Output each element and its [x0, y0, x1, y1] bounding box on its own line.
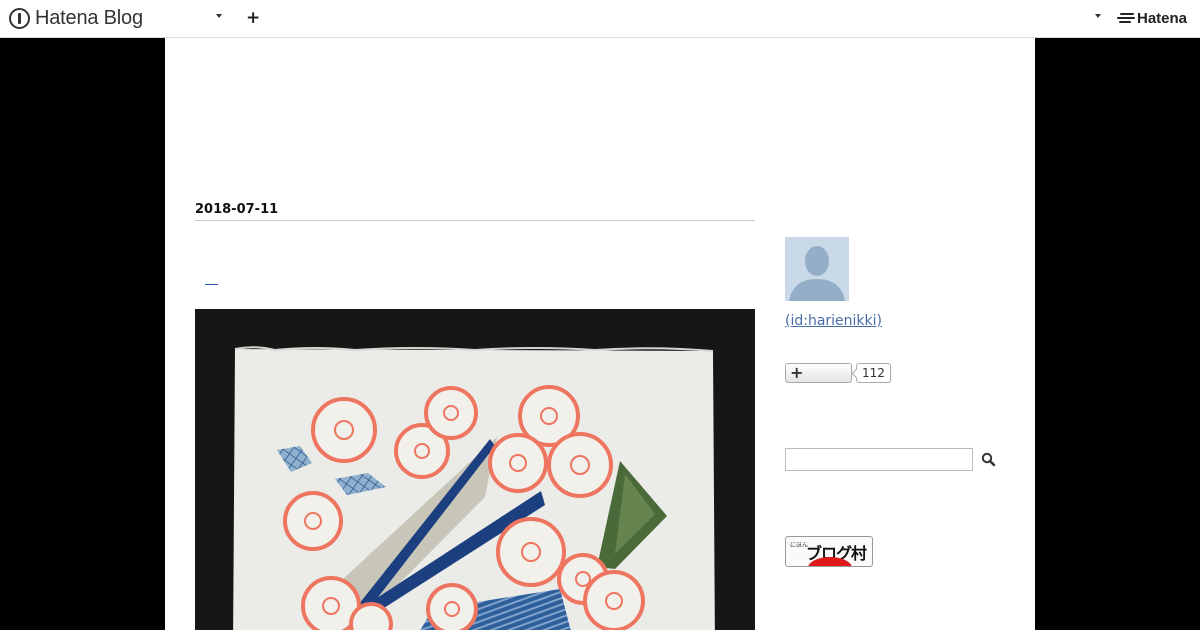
- profile-avatar[interactable]: [785, 237, 849, 301]
- hatena-blog-icon: [9, 7, 30, 29]
- entry-image: [195, 309, 755, 630]
- profile-id-link[interactable]: (id:harienikki): [785, 313, 882, 329]
- date-divider: [195, 220, 755, 221]
- account-menu-chevron-down-icon[interactable]: [1095, 14, 1101, 18]
- user-silhouette-icon: [785, 237, 849, 301]
- hatena-logo[interactable]: Hatena: [1117, 10, 1187, 27]
- add-entry-button[interactable]: +: [246, 8, 260, 28]
- brand-label: Hatena Blog: [35, 6, 143, 29]
- hatena-blog-logo[interactable]: Hatena Blog: [9, 7, 143, 29]
- global-header: Hatena Blog + Hatena: [0, 0, 1200, 38]
- search-icon[interactable]: [981, 451, 997, 469]
- entry-title-link[interactable]: [205, 272, 218, 285]
- entry-date[interactable]: 2018-07-11: [195, 202, 278, 217]
- reader-count-badge: 112: [856, 363, 891, 383]
- hatena-label: Hatena: [1137, 10, 1188, 27]
- subscribe-plus-icon: +: [790, 363, 804, 382]
- collage-artwork-image: [233, 346, 715, 630]
- blog-content: 2018-07-11 (id:harienikki) + 112 にほん ブログ…: [165, 38, 1035, 630]
- blog-menu-chevron-down-icon[interactable]: [216, 14, 222, 18]
- hatena-mark-icon: [1117, 12, 1135, 26]
- subscribe-button[interactable]: +: [785, 363, 852, 383]
- blogmura-banner[interactable]: にほん ブログ村: [785, 536, 873, 567]
- search-input[interactable]: [785, 448, 973, 471]
